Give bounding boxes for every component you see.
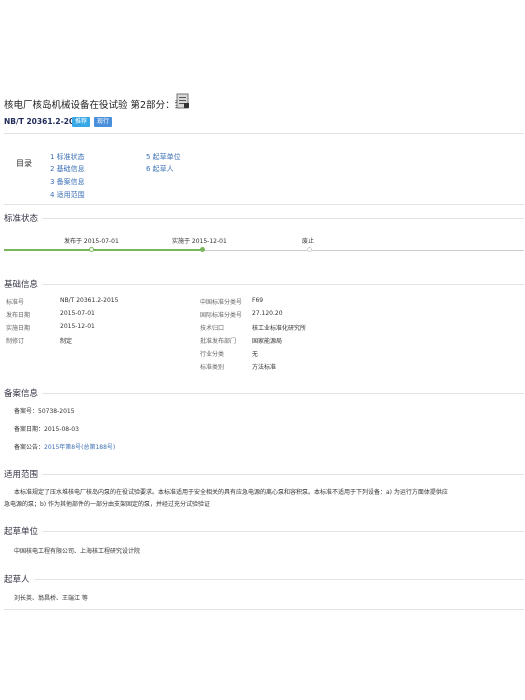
section-rule bbox=[4, 218, 524, 219]
section-title-filing: 备案信息 bbox=[4, 387, 43, 399]
filing-notice-label: 备案公告： bbox=[14, 444, 45, 451]
value-ccs: F69 bbox=[252, 297, 264, 304]
label-implement-date: 实施日期 bbox=[6, 325, 31, 332]
timeline-dot-published bbox=[89, 247, 94, 252]
page-title: 核电厂核岛机械设备在役试验 第2部分：泵 bbox=[4, 100, 185, 111]
toc-item-filing[interactable]: 3 备案信息 bbox=[50, 177, 85, 187]
milestone-published: 发布于 2015-07-01 bbox=[64, 238, 119, 245]
filing-number-value: 50738-2015 bbox=[38, 408, 75, 415]
label-std-category: 标准类别 bbox=[200, 364, 225, 371]
filing-date-row: 备案日期：2015-08-03 bbox=[14, 424, 79, 433]
section-title-status: 标准状态 bbox=[4, 212, 43, 224]
label-industry: 行业分类 bbox=[200, 351, 225, 358]
section-rule bbox=[4, 531, 524, 532]
timeline-progress bbox=[4, 249, 202, 251]
label-std-number: 标准号 bbox=[6, 299, 25, 306]
badge-recommended: 推荐 bbox=[72, 117, 91, 127]
label-revision: 制修订 bbox=[6, 338, 25, 345]
filing-date-label: 备案日期： bbox=[14, 426, 45, 433]
drafters-text: 刘长英、翁昌桥、王端江 等 bbox=[14, 595, 88, 602]
divider bbox=[4, 204, 524, 205]
section-rule bbox=[4, 579, 524, 580]
toc-item-basic[interactable]: 2 基础信息 bbox=[50, 164, 85, 174]
toc-item-drafters[interactable]: 6 起草人 bbox=[146, 164, 174, 174]
filing-notice-link[interactable]: 2015年第8号(总第188号) bbox=[44, 444, 115, 451]
section-rule bbox=[4, 284, 524, 285]
value-implement-date: 2015-12-01 bbox=[60, 323, 95, 330]
section-title-drafting-unit: 起草单位 bbox=[4, 525, 43, 537]
label-approval-dept: 批准发布部门 bbox=[200, 338, 237, 345]
filing-date-value: 2015-08-03 bbox=[44, 426, 79, 433]
label-tech-committee: 技术归口 bbox=[200, 325, 225, 332]
divider bbox=[4, 133, 524, 134]
value-approval-dept: 国家能源局 bbox=[252, 338, 283, 345]
scope-text-line2: 急电源的泵；b) 作为其他部件的一部分由支架固定的泵，并经过充分试验验证 bbox=[4, 501, 211, 508]
toc-item-scope[interactable]: 4 适用范围 bbox=[50, 190, 85, 200]
badge-current: 现行 bbox=[94, 117, 113, 127]
document-icon[interactable] bbox=[176, 93, 190, 109]
filing-notice-row: 备案公告：2015年第8号(总第188号) bbox=[14, 442, 115, 451]
label-ics: 国际标准分类号 bbox=[200, 312, 243, 319]
section-title-scope: 适用范围 bbox=[4, 468, 43, 480]
value-tech-committee: 核工业标准化研究所 bbox=[252, 325, 307, 332]
value-revision: 制定 bbox=[60, 338, 73, 345]
value-publish-date: 2015-07-01 bbox=[60, 310, 95, 317]
section-rule bbox=[4, 474, 524, 475]
value-ics: 27.120.20 bbox=[252, 310, 283, 317]
scope-text-line1: 本标准规定了压水堆核电厂核岛内泵的在役试验要求。本标准适用于安全相关的具有应急电… bbox=[14, 489, 448, 496]
label-ccs: 中国标准分类号 bbox=[200, 299, 243, 306]
filing-number-label: 备案号： bbox=[14, 408, 39, 415]
value-industry: 无 bbox=[252, 351, 259, 358]
toc-label: 目录 bbox=[16, 159, 32, 168]
filing-number-row: 备案号：50738-2015 bbox=[14, 406, 75, 415]
value-std-number: NB/T 20361.2-2015 bbox=[60, 297, 119, 304]
drafting-unit-text: 中国核电工程有限公司、上海核工程研究设计院 bbox=[14, 548, 141, 555]
toc-item-drafting-unit[interactable]: 5 起草单位 bbox=[146, 152, 181, 162]
section-title-drafters: 起草人 bbox=[4, 573, 34, 585]
label-publish-date: 发布日期 bbox=[6, 312, 31, 319]
toc-item-status[interactable]: 1 标准状态 bbox=[50, 152, 85, 162]
timeline-dot-abolished bbox=[307, 247, 312, 252]
divider bbox=[4, 609, 524, 610]
timeline-dot-implemented bbox=[200, 247, 205, 252]
milestone-implemented: 实施于 2015-12-01 bbox=[172, 238, 227, 245]
milestone-abolished: 废止 bbox=[302, 238, 315, 245]
section-rule bbox=[4, 393, 524, 394]
value-std-category: 方法标准 bbox=[252, 364, 277, 371]
section-title-basic: 基础信息 bbox=[4, 278, 43, 290]
